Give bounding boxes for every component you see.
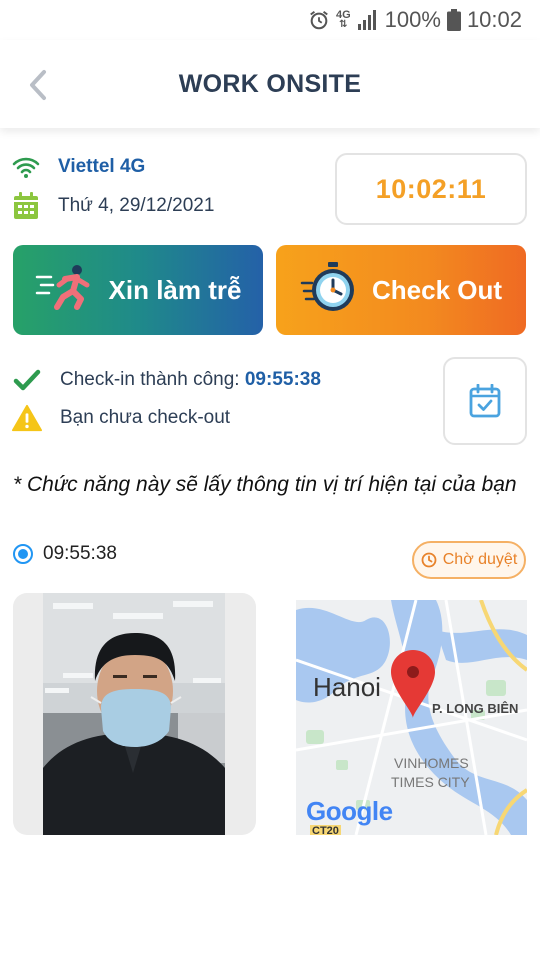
- signal-icon: [357, 9, 379, 31]
- status-bar: 4G ⇅ 100% 10:02: [0, 0, 540, 40]
- photo-card[interactable]: [13, 593, 256, 835]
- status-badge: Chờ duyệt: [412, 541, 526, 579]
- map-road-code: CT20: [310, 825, 341, 835]
- runner-icon: [35, 263, 93, 318]
- google-logo: Google: [306, 796, 393, 826]
- map-area-line1: VINHOMES: [394, 755, 469, 771]
- request-late-label: Xin làm trễ: [108, 274, 242, 305]
- checkin-time: 09:55:38: [244, 369, 321, 390]
- current-date: Thứ 4, 29/12/2021: [58, 195, 215, 216]
- clock-time: 10:02:11: [375, 173, 487, 204]
- request-late-button[interactable]: Xin làm trễ: [13, 245, 263, 335]
- status-time: 10:02: [466, 7, 522, 32]
- checkout-warning-text: Bạn chưa check-out: [60, 407, 231, 428]
- network-type-icon: 4G ⇅: [335, 9, 351, 30]
- warning-icon: [12, 403, 42, 433]
- app-header: WORK ONSITE: [0, 40, 540, 128]
- checkin-status: Check-in thành công: 09:55:38: [12, 365, 321, 395]
- record-entry[interactable]: 09:55:38: [13, 543, 117, 565]
- calendar-check-icon: [469, 384, 501, 418]
- checkin-label: Check-in thành công:: [60, 369, 245, 390]
- location-map[interactable]: Hanoi P. LONG BIÊN VINHOMES TIMES CITY G…: [296, 600, 527, 835]
- back-button[interactable]: [22, 68, 52, 102]
- chevron-left-icon: [30, 70, 46, 100]
- status-badge-label: Chờ duyệt: [442, 551, 518, 568]
- record-radio[interactable]: [13, 544, 33, 564]
- map-area-line2: TIMES CITY: [391, 774, 470, 790]
- check-icon: [12, 365, 42, 395]
- selfie-photo: [43, 593, 225, 835]
- history-calendar-button[interactable]: [443, 357, 527, 445]
- clock-display: 10:02:11: [335, 153, 527, 225]
- record-time: 09:55:38: [43, 543, 117, 564]
- date-row: Thứ 4, 29/12/2021: [12, 192, 214, 220]
- calendar-icon: [12, 192, 40, 220]
- battery-percent: 100%: [384, 7, 441, 32]
- network-row: Viettel 4G: [12, 153, 145, 181]
- checkin-text: Check-in thành công: 09:55:38: [60, 369, 321, 391]
- battery-icon: [446, 9, 461, 31]
- clock-icon: [421, 552, 437, 568]
- check-out-label: Check Out: [371, 274, 503, 305]
- stopwatch-icon: [300, 261, 356, 320]
- check-out-button[interactable]: Check Out: [276, 245, 526, 335]
- alarm-icon: [308, 9, 330, 31]
- map-city-label: Hanoi: [313, 672, 381, 702]
- map-district-label: P. LONG BIÊN: [432, 701, 519, 716]
- page-title: WORK ONSITE: [178, 69, 362, 98]
- radio-selected-dot: [18, 549, 28, 559]
- wifi-icon: [12, 153, 40, 181]
- checkout-status: Bạn chưa check-out: [12, 403, 230, 433]
- network-name: Viettel 4G: [58, 156, 146, 177]
- location-note: * Chức năng này sẽ lấy thông tin vị trí …: [13, 473, 517, 496]
